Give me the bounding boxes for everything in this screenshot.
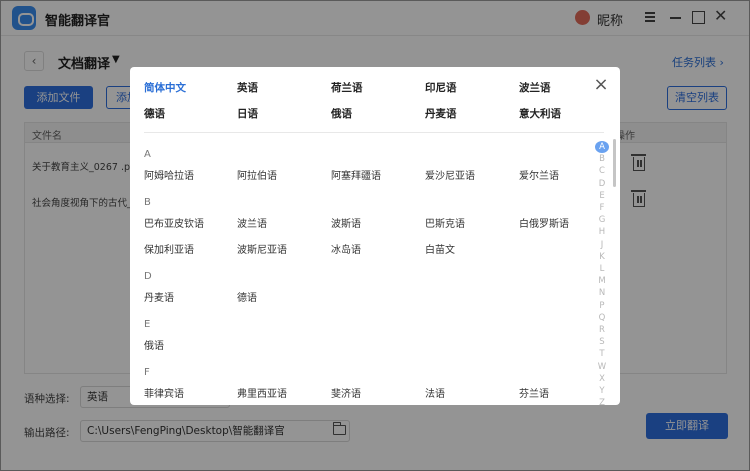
popular-language-item[interactable]: 日语 [237,106,258,121]
language-item[interactable]: 爱沙尼亚语 [425,167,475,182]
alphabet-index-letter[interactable]: F [595,202,609,214]
language-item[interactable]: 丹麦语 [144,289,174,304]
alphabet-index-letter[interactable]: L [595,263,609,275]
popular-language-item[interactable]: 意大利语 [519,106,561,121]
language-item[interactable]: 德语 [237,289,257,304]
popular-languages: 简体中文 英语 荷兰语 印尼语 波兰语德语 日语 俄语 丹麦语 意大利语 [144,80,584,130]
alphabet-index-letter[interactable]: C [595,165,609,177]
alphabet-index-letter[interactable]: G [595,214,609,226]
language-item[interactable]: 白俄罗斯语 [519,215,569,230]
language-item[interactable]: 白苗文 [425,241,455,256]
language-item[interactable]: 巴斯克语 [425,215,465,230]
popular-language-item[interactable]: 英语 [237,80,258,95]
language-item[interactable]: 波兰语 [237,215,267,230]
alphabet-index-letter[interactable]: J [595,239,609,251]
popular-language-item[interactable]: 俄语 [331,106,352,121]
language-item[interactable]: 波斯语 [331,215,361,230]
language-item[interactable]: 波斯尼亚语 [237,241,287,256]
scrollbar-thumb[interactable] [613,139,616,187]
group-letter: F [144,367,150,378]
alphabet-index-letter[interactable]: D [595,178,609,190]
group-letter: E [144,319,151,330]
alphabet-index: ABCDEFGHJKLMNPQRSTWXYZ [595,141,609,405]
alphabet-index-letter[interactable]: T [595,348,609,360]
language-item[interactable]: 斐济语 [331,385,361,400]
language-item[interactable]: 爱尔兰语 [519,167,559,182]
alphabet-index-letter[interactable]: H [595,226,609,238]
popular-language-item[interactable]: 波兰语 [519,80,551,95]
language-item[interactable]: 阿拉伯语 [237,167,277,182]
language-item[interactable]: 芬兰语 [519,385,549,400]
alphabet-index-letter[interactable]: N [595,287,609,299]
alphabet-index-letter[interactable]: Z [595,397,609,405]
alphabet-index-letter[interactable]: Y [595,385,609,397]
popular-language-item[interactable]: 荷兰语 [331,80,363,95]
language-item[interactable]: 菲律宾语 [144,385,184,400]
popular-language-item[interactable]: 德语 [144,106,165,121]
language-item[interactable]: 俄语 [144,337,164,352]
alphabet-index-letter[interactable]: M [595,275,609,287]
language-item[interactable]: 保加利亚语 [144,241,194,256]
alphabet-index-letter[interactable]: A [595,141,609,153]
alphabet-index-letter[interactable]: R [595,324,609,336]
group-letter: D [144,271,152,282]
language-item[interactable]: 巴布亚皮钦语 [144,215,204,230]
alphabet-index-letter[interactable]: P [595,300,609,312]
language-list: A 阿姆哈拉语 阿拉伯语 阿塞拜疆语 爱沙尼亚语 爱尔兰语 B 巴布亚皮钦语 波兰语 波斯语 巴斯克… [144,133,584,405]
alphabet-index-letter[interactable]: W [595,361,609,373]
language-item[interactable]: 冰岛语 [331,241,361,256]
language-picker-modal: × 简体中文 英语 荷兰语 印尼语 波兰语 德语 日语 俄语 丹麦语 意大利语 A 阿姆哈拉语 阿拉伯… [130,67,620,405]
language-item[interactable]: 法语 [425,385,445,400]
alphabet-index-letter[interactable]: Q [595,312,609,324]
group-letter: B [144,197,151,208]
alphabet-index-letter[interactable]: B [595,153,609,165]
popular-language-item[interactable]: 简体中文 [144,80,186,95]
scrollbar[interactable] [613,139,616,399]
alphabet-index-letter[interactable]: E [595,190,609,202]
popular-language-item[interactable]: 丹麦语 [425,106,457,121]
language-item[interactable]: 弗里西亚语 [237,385,287,400]
language-item[interactable]: 阿姆哈拉语 [144,167,194,182]
group-letter: A [144,149,151,160]
close-icon[interactable]: × [592,76,610,95]
alphabet-index-letter[interactable]: K [595,251,609,263]
popular-language-item[interactable]: 印尼语 [425,80,457,95]
language-item[interactable]: 阿塞拜疆语 [331,167,381,182]
alphabet-index-letter[interactable]: X [595,373,609,385]
alphabet-index-letter[interactable]: S [595,336,609,348]
